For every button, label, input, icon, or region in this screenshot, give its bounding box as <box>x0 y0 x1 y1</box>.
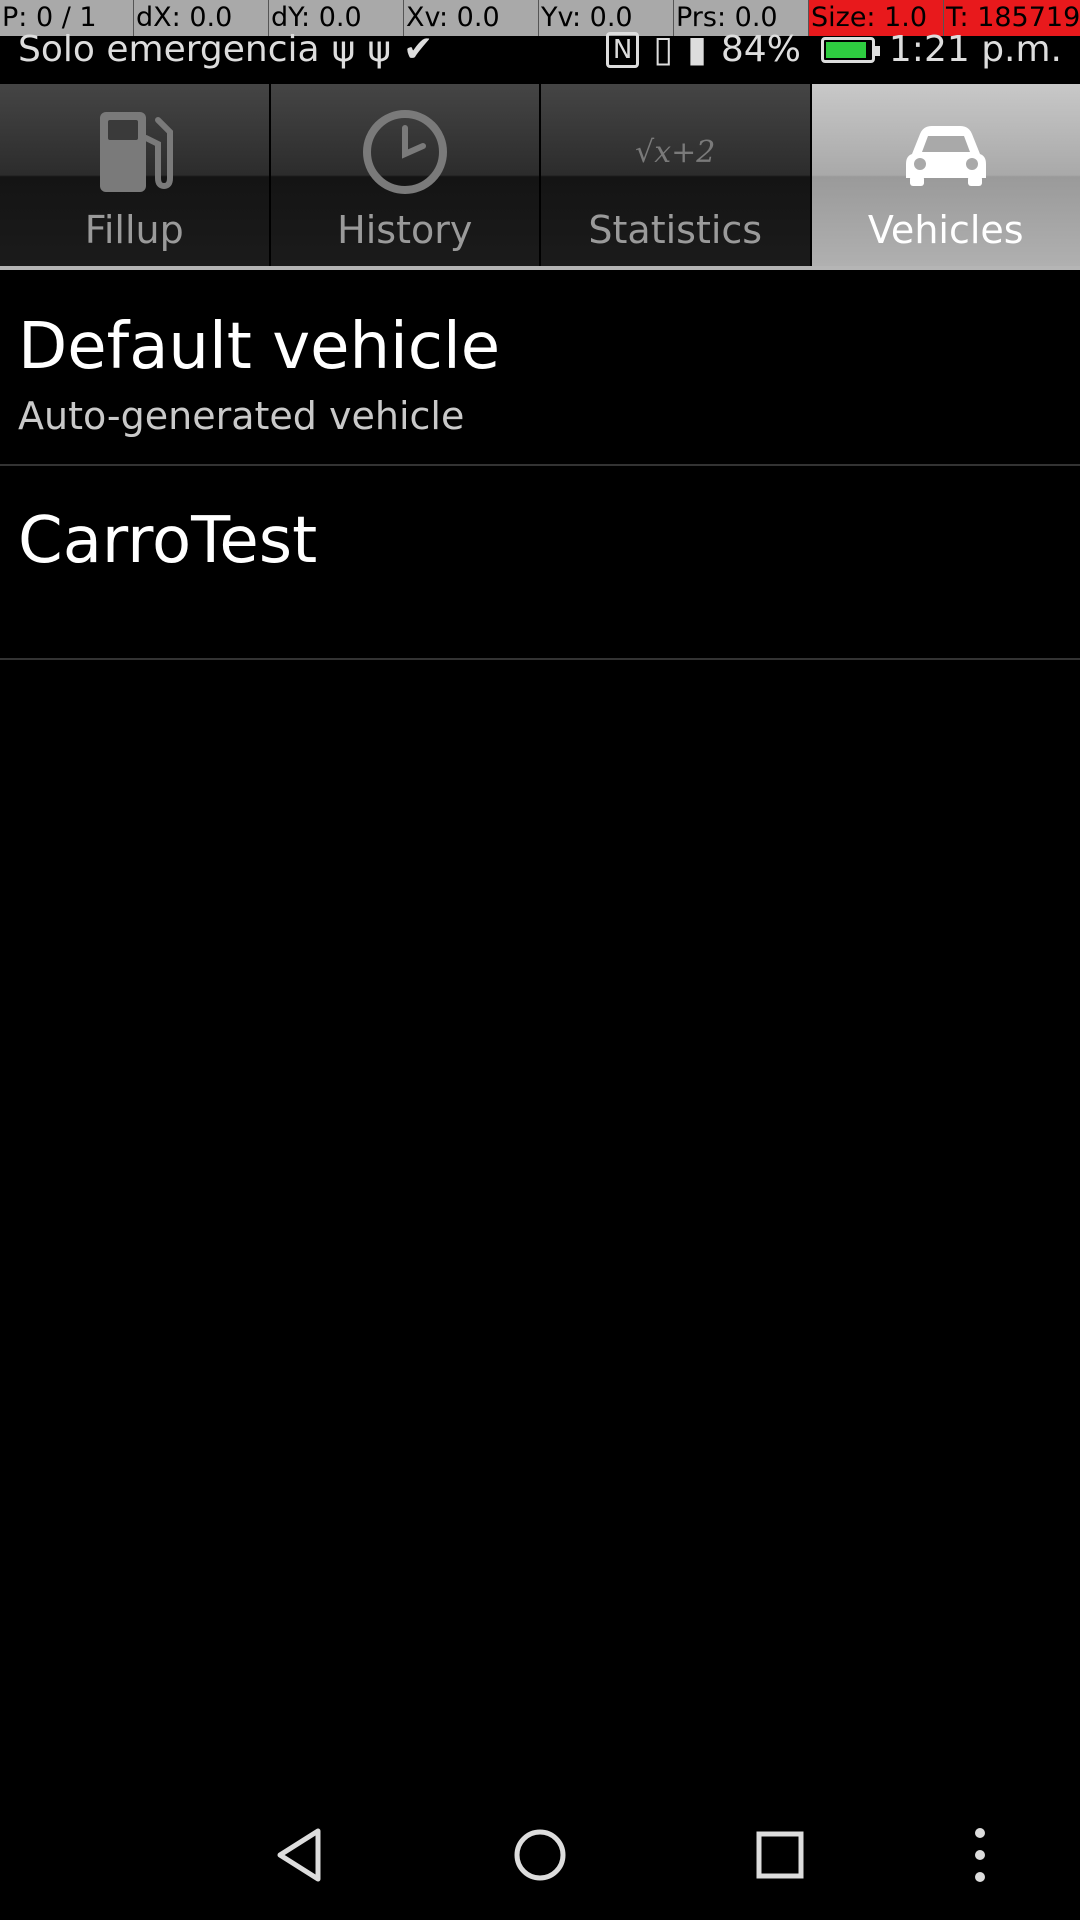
recents-icon[interactable] <box>740 1820 820 1890</box>
fuel-pump-icon <box>86 104 182 200</box>
list-item[interactable]: CarroTest <box>0 466 1080 660</box>
tab-fillup-label: Fillup <box>84 208 184 252</box>
back-icon[interactable] <box>260 1820 340 1890</box>
tab-vehicles[interactable]: Vehicles <box>811 84 1080 266</box>
debug-dx: dX: 0.0 <box>134 0 269 36</box>
tab-fillup[interactable]: Fillup <box>0 84 269 266</box>
vehicle-name: CarroTest <box>18 504 318 578</box>
tab-bar: Fillup History √x+2 Statistics Vehicles <box>0 84 1080 270</box>
vehicle-description: Auto-generated vehicle <box>18 394 465 439</box>
debug-yv: Yv: 0.0 <box>539 0 674 36</box>
vehicle-name: Default vehicle <box>18 310 501 384</box>
clock-icon <box>357 104 453 200</box>
nfc-icon: N <box>605 31 640 68</box>
debug-time: T: 185719 <box>944 0 1080 36</box>
sqrt-formula-text: √x+2 <box>635 134 716 170</box>
app-screen: P: 0 / 1 dX: 0.0 dY: 0.0 Xv: 0.0 Yv: 0.0… <box>0 0 1080 1920</box>
debug-dy: dY: 0.0 <box>269 0 404 36</box>
overflow-menu-icon[interactable] <box>950 1820 1010 1890</box>
pointer-debug-overlay: P: 0 / 1 dX: 0.0 dY: 0.0 Xv: 0.0 Yv: 0.0… <box>0 0 1080 36</box>
tab-statistics-label: Statistics <box>588 208 763 252</box>
debug-size: Size: 1.0 <box>809 0 944 36</box>
list-item[interactable]: Default vehicle Auto-generated vehicle <box>0 272 1080 466</box>
tab-history-label: History <box>337 208 473 252</box>
sqrt-formula-icon: √x+2 <box>627 104 723 200</box>
navigation-bar <box>0 1790 1080 1920</box>
tab-history[interactable]: History <box>270 84 539 266</box>
car-icon <box>898 104 994 200</box>
debug-xv: Xv: 0.0 <box>404 0 539 36</box>
tab-vehicles-label: Vehicles <box>867 208 1024 252</box>
tab-statistics[interactable]: √x+2 Statistics <box>541 84 810 266</box>
home-icon[interactable] <box>500 1820 580 1890</box>
debug-pointer-count: P: 0 / 1 <box>0 0 134 36</box>
debug-pressure: Prs: 0.0 <box>674 0 809 36</box>
vehicle-list: Default vehicle Auto-generated vehicle C… <box>0 272 1080 660</box>
battery-icon <box>820 36 880 63</box>
